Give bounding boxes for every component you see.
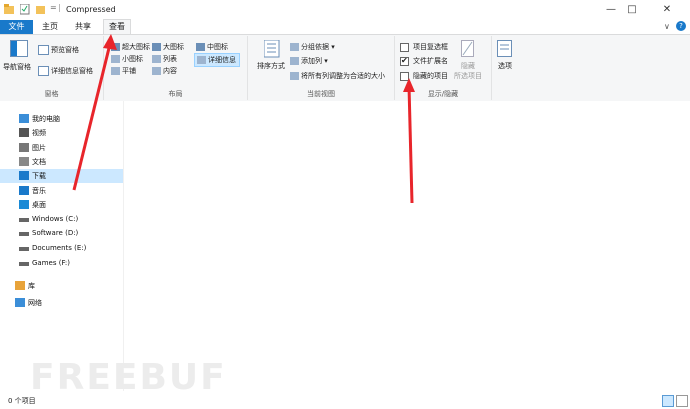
annotation-arrows xyxy=(72,34,415,204)
arrow-to-view-tab xyxy=(72,43,112,191)
arrow-to-hidden-items-head xyxy=(403,78,415,92)
arrow-to-view-tab-head xyxy=(103,34,117,50)
arrow-to-hidden-items xyxy=(407,85,414,204)
